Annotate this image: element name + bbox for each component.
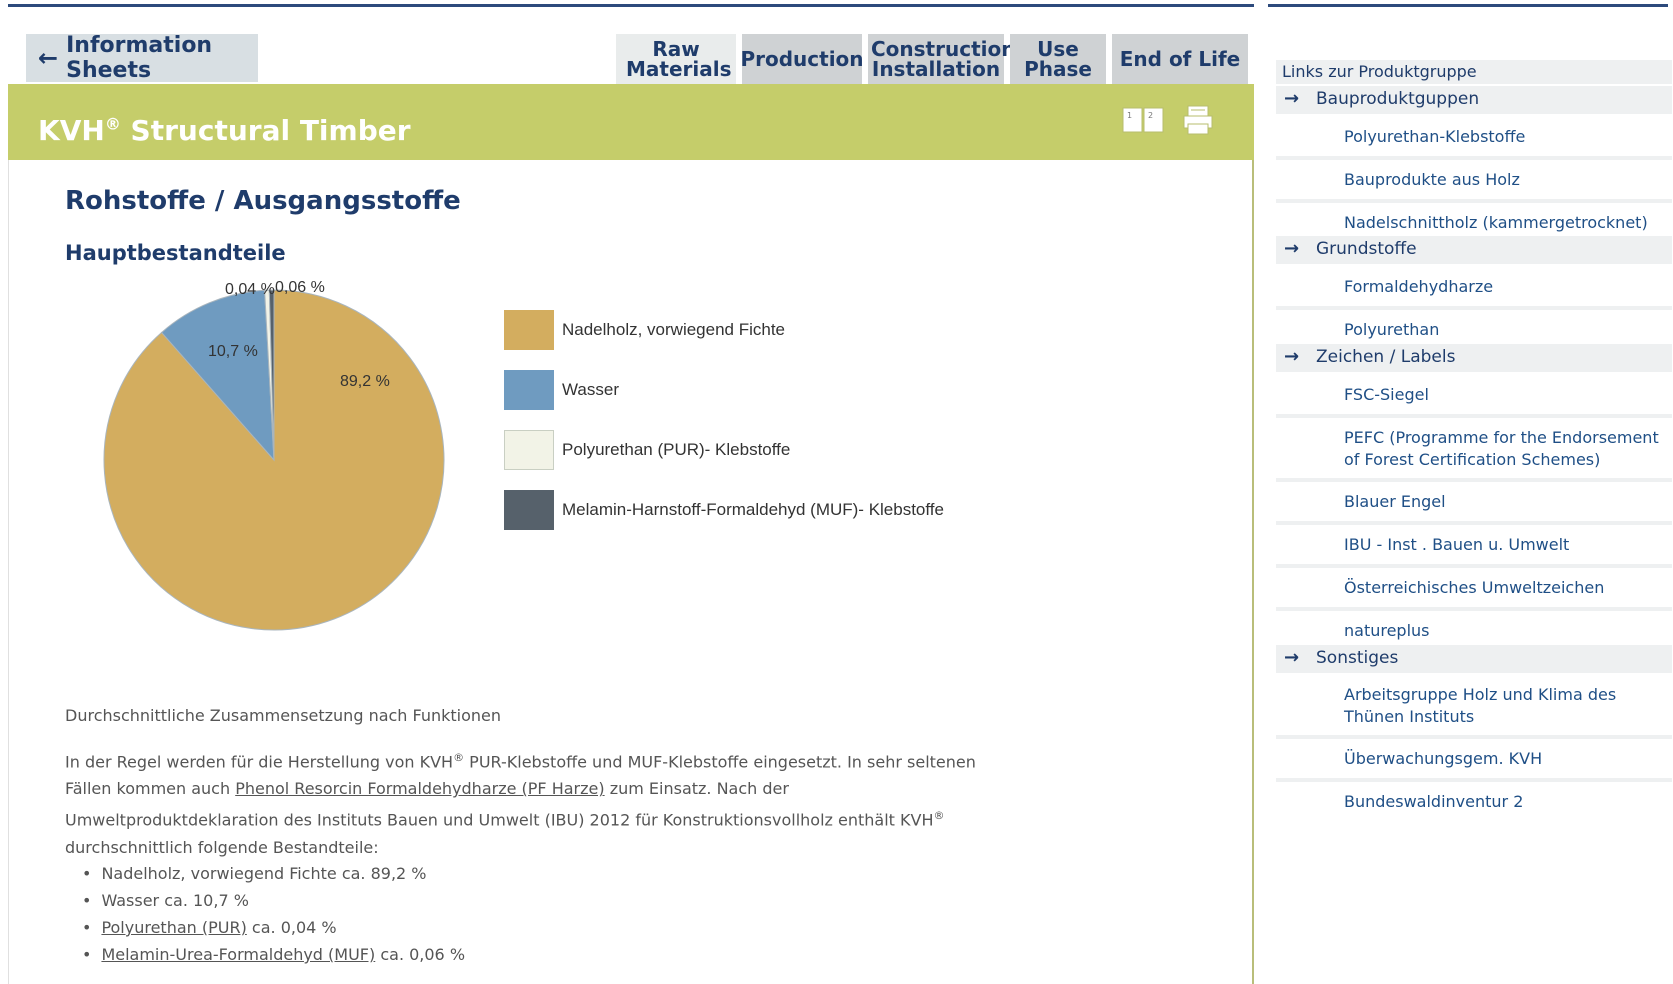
tab-raw-materials-label: Raw Materials — [626, 37, 732, 81]
list-item: Polyurethan (PUR) ca. 0,04 % — [82, 914, 465, 941]
tab-end-of-life[interactable]: End of Life — [1112, 34, 1248, 84]
sidebar-divider — [1276, 306, 1672, 310]
sidebar-divider — [1276, 564, 1672, 568]
chart-caption: Durchschnittliche Zusammensetzung nach F… — [65, 706, 502, 725]
back-button-label: Information Sheets — [66, 33, 213, 83]
compare-pages-icon[interactable]: 1 2 — [1122, 104, 1164, 138]
sidebar-link-ibu[interactable]: IBU - Inst . Bauen u. Umwelt — [1344, 534, 1672, 556]
sidebar-link-polyurethan-klebstoffe[interactable]: Polyurethan-Klebstoffe — [1344, 126, 1672, 148]
sidebar-title: Links zur Produktgruppe — [1276, 60, 1672, 84]
legend-label: Melamin-Harnstoff-Formaldehyd (MUF)- Kle… — [562, 500, 944, 519]
back-to-information-sheets-button[interactable]: ← Information Sheets — [26, 33, 258, 83]
top-rule-sidebar — [1268, 4, 1668, 7]
legend-label: Polyurethan (PUR)- Klebstoffe — [562, 440, 791, 459]
pie-data-label-1: 89,2 % — [340, 373, 390, 390]
pf-harze-link[interactable]: Phenol Resorcin Formaldehydharze (PF Har… — [235, 779, 604, 798]
sidebar-group-zeichen-labels[interactable]: → Zeichen / Labels — [1276, 344, 1672, 372]
legend-swatch — [504, 370, 554, 410]
description-paragraph: In der Regel werden für die Herstellung … — [65, 751, 976, 857]
svg-text:1: 1 — [1127, 111, 1132, 120]
legend-swatch — [504, 310, 554, 350]
pie-data-label-2: 10,7 % — [208, 343, 258, 360]
tab-production[interactable]: Production — [740, 34, 864, 84]
sidebar-link-bauprodukte-aus-holz[interactable]: Bauprodukte aus Holz — [1344, 169, 1672, 191]
composition-list: Nadelholz, vorwiegend Fichte ca. 89,2 % … — [82, 860, 465, 968]
sidebar-group-grundstoffe[interactable]: → Grundstoffe — [1276, 236, 1672, 264]
top-rule-main — [8, 4, 1254, 7]
muf-link[interactable]: Melamin-Urea-Formaldehyd (MUF) — [101, 945, 375, 964]
sidebar-link-formaldehydharze[interactable]: Formaldehydharze — [1344, 276, 1672, 298]
sidebar-link-thuenen-institut[interactable]: Arbeitsgruppe Holz und Klima des Thünen … — [1344, 684, 1672, 728]
sidebar-link-blauer-engel[interactable]: Blauer Engel — [1344, 491, 1672, 513]
list-item: Melamin-Urea-Formaldehyd (MUF) ca. 0,06 … — [82, 941, 465, 968]
sidebar-link-pefc[interactable]: PEFC (Programme for the Endorsement of F… — [1344, 427, 1672, 471]
legend-item: Melamin-Harnstoff-Formaldehyd (MUF)- Kle… — [504, 490, 944, 530]
tab-construction-installation-label: Construction Installation — [871, 37, 1016, 81]
section-subheading: Hauptbestandteile — [65, 241, 286, 265]
arrow-right-icon: → — [1284, 238, 1300, 259]
svg-text:2: 2 — [1148, 111, 1153, 120]
sidebar-divider — [1276, 156, 1672, 160]
legend-label: Nadelholz, vorwiegend Fichte — [562, 320, 786, 339]
print-icon[interactable] — [1182, 104, 1214, 140]
sidebar-divider — [1276, 735, 1672, 739]
product-title: KVH® Structural Timber — [38, 114, 411, 147]
sidebar-link-natureplus[interactable]: natureplus — [1344, 620, 1672, 642]
list-item: Nadelholz, vorwiegend Fichte ca. 89,2 % — [82, 860, 465, 887]
sidebar-link-bundeswaldinventur[interactable]: Bundeswaldinventur 2 — [1344, 791, 1672, 813]
arrow-right-icon: → — [1284, 346, 1300, 367]
sidebar-link-nadelschnittholz[interactable]: Nadelschnittholz (kammergetrocknet) — [1344, 212, 1672, 234]
legend-item: Wasser — [504, 370, 619, 410]
sidebar-link-polyurethan[interactable]: Polyurethan — [1344, 319, 1672, 341]
sidebar-divider — [1276, 199, 1672, 203]
sidebar-divider — [1276, 414, 1672, 418]
tab-use-phase[interactable]: Use Phase — [1010, 34, 1106, 84]
tab-production-label: Production — [740, 47, 864, 71]
tab-use-phase-label: Use Phase — [1024, 37, 1092, 81]
legend-swatch — [504, 490, 554, 530]
pur-link[interactable]: Polyurethan (PUR) — [101, 918, 246, 937]
arrow-right-icon: → — [1284, 647, 1300, 668]
sidebar-divider — [1276, 478, 1672, 482]
sidebar-group-bauproduktgruppen[interactable]: → Bauproduktguppen — [1276, 86, 1672, 114]
tab-end-of-life-label: End of Life — [1119, 47, 1241, 71]
sidebar-link-ueberwachungsgem-kvh[interactable]: Überwachungsgem. KVH — [1344, 748, 1672, 770]
legend-item: Nadelholz, vorwiegend Fichte — [504, 310, 785, 350]
section-heading: Rohstoffe / Ausgangsstoffe — [65, 186, 461, 216]
pie-data-label-3: 0,04 % — [225, 281, 275, 298]
legend-swatch — [504, 430, 554, 470]
list-item: Wasser ca. 10,7 % — [82, 887, 465, 914]
legend-label: Wasser — [562, 380, 619, 399]
arrow-right-icon: → — [1284, 88, 1300, 109]
tab-construction-installation[interactable]: Construction Installation — [868, 34, 1016, 84]
sidebar-link-oesterreichisches-umweltzeichen[interactable]: Österreichisches Umweltzeichen — [1344, 577, 1672, 599]
legend-item: Polyurethan (PUR)- Klebstoffe — [504, 430, 790, 470]
sidebar-group-sonstiges[interactable]: → Sonstiges — [1276, 645, 1672, 673]
tab-raw-materials[interactable]: Raw Materials — [616, 34, 736, 84]
pie-data-label-4: 0,06 % — [275, 280, 325, 296]
sidebar-divider — [1276, 778, 1672, 782]
composition-pie-chart: 89,2 % 10,7 % 0,04 % 0,06 % — [103, 280, 445, 631]
arrow-left-icon: ← — [38, 44, 59, 72]
sidebar-link-fsc-siegel[interactable]: FSC-Siegel — [1344, 384, 1672, 406]
sidebar-divider — [1276, 607, 1672, 611]
sidebar-divider — [1276, 521, 1672, 525]
